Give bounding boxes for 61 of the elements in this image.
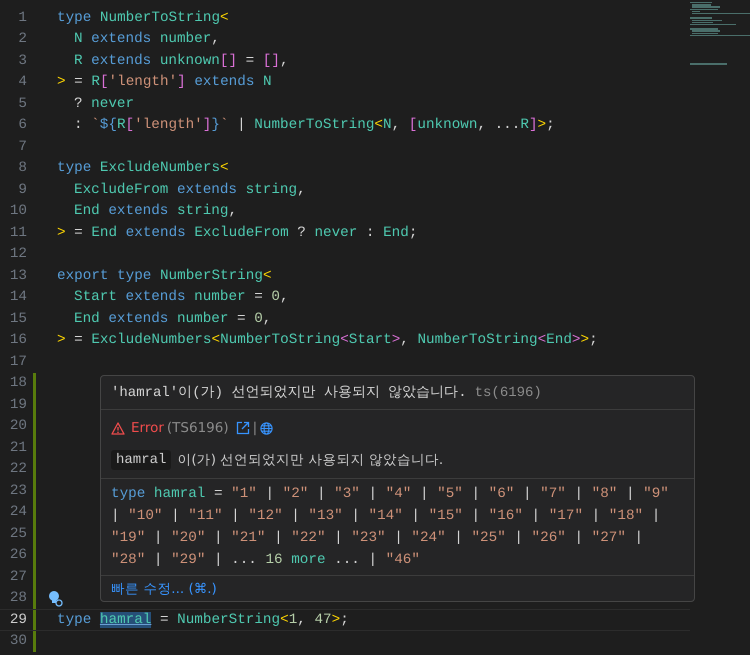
code-line: End extends number = 0, bbox=[73, 310, 272, 327]
diagnostic-message: 'hamral'이(가) 선언되었지만 사용되지 않았습니다. bbox=[111, 384, 467, 402]
code-line: > = R['length'] extends N bbox=[57, 74, 272, 90]
diagnostic-source: ts(6196) bbox=[474, 384, 542, 402]
line-number: 11 bbox=[8, 224, 27, 241]
line-number: 8 bbox=[17, 160, 27, 176]
type-definition-line: "19" | "20" | "21" | "22" | "23" | "24" | "25" | "26" | "27" | bbox=[111, 529, 644, 548]
line-number: 21 bbox=[8, 440, 27, 456]
globe-icon[interactable] bbox=[260, 422, 274, 434]
line-number: 4 bbox=[17, 74, 27, 90]
line-number: 2 bbox=[17, 31, 27, 48]
line-number: 6 bbox=[17, 117, 27, 134]
error-code: (TS6196) bbox=[166, 419, 229, 437]
lightbulb-icon[interactable] bbox=[47, 590, 63, 606]
inline-code: hamral bbox=[111, 450, 172, 470]
code-line: > = End extends ExcludeFrom ? never : End; bbox=[57, 224, 418, 241]
line-number: 16 bbox=[8, 332, 27, 348]
line-number: 1 bbox=[17, 10, 27, 26]
code-line: ? never bbox=[73, 96, 134, 112]
line-number: 25 bbox=[8, 526, 27, 542]
line-number: 13 bbox=[8, 268, 27, 284]
line-number: 17 bbox=[8, 354, 27, 370]
line-number: 18 bbox=[8, 375, 27, 392]
line-number: 28 bbox=[8, 590, 27, 606]
separator: | bbox=[252, 419, 258, 437]
line-number: 3 bbox=[17, 52, 27, 69]
code-editor[interactable] bbox=[0, 0, 750, 655]
code-line: Start extends number = 0, bbox=[73, 289, 289, 306]
line-number: 14 bbox=[8, 289, 27, 306]
code-line: N extends number, bbox=[73, 31, 220, 48]
line-number: 20 bbox=[8, 418, 27, 434]
line-number: 23 bbox=[8, 482, 27, 499]
line-number: 22 bbox=[8, 461, 27, 478]
line-number: 30 bbox=[8, 633, 27, 650]
type-definition-line: "28" | "29" | ... 16 more ... | "46" bbox=[111, 551, 421, 570]
line-number: 12 bbox=[8, 246, 27, 262]
external-link-icon[interactable] bbox=[236, 421, 250, 435]
line-number: 10 bbox=[8, 203, 27, 220]
code-line: ExcludeFrom extends string, bbox=[73, 182, 306, 198]
code-line: type NumberToString< bbox=[57, 10, 229, 26]
line-number: 7 bbox=[17, 138, 27, 155]
code-line: type hamral = NumberString<1, 47>; bbox=[57, 612, 349, 628]
type-definition-line: | "10" | "11" | "12" | "13" | "14" | "15" | "16" | "17" | "18" | bbox=[111, 507, 662, 526]
quick-fix-link[interactable]: 빠른 수정... (⌘.) bbox=[111, 580, 217, 598]
line-number: 29 bbox=[8, 612, 27, 628]
code-line: > = ExcludeNumbers<NumberToString<Start>, NumberToString<End>>; bbox=[57, 332, 598, 348]
detail-message: 이(가) 선언되었지만 사용되지 않았습니다. bbox=[177, 451, 444, 469]
line-number: 26 bbox=[8, 547, 27, 564]
type-definition-line: type hamral = "1" | "2" | "3" | "4" | "5" | "6" | "7" | "8" | "9" bbox=[111, 485, 670, 504]
line-number: 24 bbox=[8, 504, 27, 520]
severity-label: Error bbox=[131, 419, 164, 437]
line-number: 19 bbox=[8, 396, 27, 413]
line-number: 15 bbox=[8, 310, 27, 327]
code-line: export type NumberString< bbox=[57, 268, 272, 284]
code-line: type ExcludeNumbers< bbox=[57, 160, 229, 176]
line-number: 27 bbox=[8, 568, 27, 585]
code-line: End extends string, bbox=[73, 203, 238, 220]
code-line: : `${R['length']}` | NumberToString<N, [unknown, ...R]>; bbox=[73, 117, 555, 134]
code-line: R extends unknown[] = [], bbox=[73, 52, 289, 69]
line-number: 5 bbox=[17, 96, 27, 112]
line-number: 9 bbox=[17, 182, 27, 198]
